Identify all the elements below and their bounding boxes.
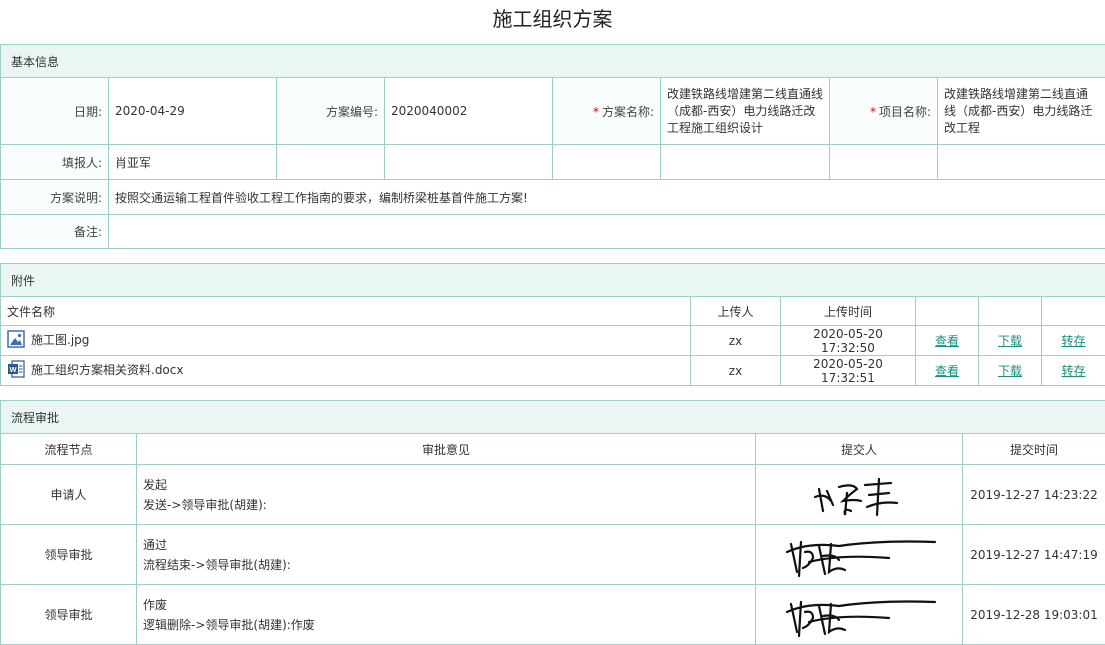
required-mark: *	[870, 105, 876, 119]
submitter-signature-cell	[756, 585, 963, 645]
project-name-value: 改建铁路线增建第二线直通线（成都-西安）电力线路迁改工程	[938, 78, 1105, 145]
col-empty	[916, 297, 979, 326]
empty-cell	[277, 145, 385, 180]
signature-image	[779, 592, 939, 638]
empty-cell	[661, 145, 830, 180]
desc-value: 按照交通运输工程首件验收工程工作指南的要求，编制桥梁桩基首件施工方案!	[109, 180, 1105, 215]
empty-cell	[938, 145, 1105, 180]
approval-flow-table: 流程审批 流程节点 审批意见 提交人 提交时间 申请人 发起 发送->领导审批(…	[0, 400, 1105, 645]
submitter-signature-cell	[756, 525, 963, 585]
signature-image	[809, 471, 909, 519]
attachments-header: 附件	[1, 264, 1105, 297]
col-file-name: 文件名称	[1, 297, 691, 326]
signature-image	[779, 532, 939, 578]
opinion-title: 通过	[143, 535, 749, 555]
file-uploader: zx	[691, 326, 781, 356]
opinion-detail: 流程结束->领导审批(胡建):	[143, 555, 749, 575]
col-empty	[979, 297, 1042, 326]
empty-cell	[830, 145, 938, 180]
basic-info-table: 基本信息 日期: 2020-04-29 方案编号: 2020040002 *方案…	[0, 44, 1105, 249]
section-title-flow: 流程审批	[1, 401, 1105, 434]
submitter-signature-cell	[756, 465, 963, 525]
empty-cell	[553, 145, 661, 180]
plan-no-value: 2020040002	[385, 78, 553, 145]
file-time: 2020-05-20 17:32:51	[781, 356, 916, 386]
flow-node: 申请人	[1, 465, 137, 525]
table-row: 申请人 发起 发送->领导审批(胡建): 2019-12-27 14:23:22	[1, 465, 1105, 525]
required-mark: *	[593, 105, 599, 119]
file-time: 2020-05-20 17:32:50	[781, 326, 916, 356]
image-icon	[7, 330, 25, 351]
svg-text:W: W	[9, 365, 17, 374]
col-opinion: 审批意见	[137, 434, 756, 465]
view-link[interactable]: 查看	[916, 326, 979, 356]
table-row: 领导审批 作废 逻辑删除->领导审批(胡建):作废 2019-12-28 19:…	[1, 585, 1105, 645]
table-row: 施工图.jpg zx 2020-05-20 17:32:50 查看 下载 转存	[1, 326, 1105, 356]
section-title-basic: 基本信息	[1, 45, 1105, 78]
flow-time: 2019-12-27 14:47:19	[963, 525, 1105, 585]
opinion-title: 发起	[143, 475, 749, 495]
col-upload-time: 上传时间	[781, 297, 916, 326]
plan-name-label-cell: *方案名称:	[553, 78, 661, 145]
file-name-cell: W 施工组织方案相关资料.docx	[1, 356, 691, 386]
file-name-cell: 施工图.jpg	[1, 326, 691, 356]
plan-no-label: 方案编号:	[277, 78, 385, 145]
empty-cell	[385, 145, 553, 180]
project-name-label-cell: *项目名称:	[830, 78, 938, 145]
section-title-attachments: 附件	[1, 264, 1105, 297]
view-link[interactable]: 查看	[916, 356, 979, 386]
save-link[interactable]: 转存	[1042, 326, 1105, 356]
date-value: 2020-04-29	[109, 78, 277, 145]
reporter-value: 肖亚军	[109, 145, 277, 180]
reporter-label: 填报人:	[1, 145, 109, 180]
date-label: 日期:	[1, 78, 109, 145]
download-link[interactable]: 下载	[979, 356, 1042, 386]
col-empty	[1042, 297, 1105, 326]
attachments-table: 附件 文件名称 上传人 上传时间 施工图.jpg zx 2020-05-20 1…	[0, 263, 1105, 386]
flow-opinion: 发起 发送->领导审批(胡建):	[137, 465, 756, 525]
word-doc-icon: W	[7, 360, 25, 381]
flow-header: 流程审批	[1, 401, 1105, 434]
desc-label: 方案说明:	[1, 180, 109, 215]
remark-value	[109, 215, 1105, 249]
save-link[interactable]: 转存	[1042, 356, 1105, 386]
basic-info-header: 基本信息	[1, 45, 1105, 78]
download-link[interactable]: 下载	[979, 326, 1042, 356]
opinion-title: 作废	[143, 595, 749, 615]
col-submitter: 提交人	[756, 434, 963, 465]
flow-node: 领导审批	[1, 585, 137, 645]
page-title: 施工组织方案	[0, 0, 1105, 44]
col-time: 提交时间	[963, 434, 1105, 465]
col-node: 流程节点	[1, 434, 137, 465]
flow-time: 2019-12-27 14:23:22	[963, 465, 1105, 525]
plan-name-value: 改建铁路线增建第二线直通线（成都-西安）电力线路迁改工程施工组织设计	[661, 78, 830, 145]
file-name[interactable]: 施工图.jpg	[31, 333, 89, 347]
file-uploader: zx	[691, 356, 781, 386]
flow-node: 领导审批	[1, 525, 137, 585]
flow-opinion: 作废 逻辑删除->领导审批(胡建):作废	[137, 585, 756, 645]
opinion-detail: 发送->领导审批(胡建):	[143, 495, 749, 515]
col-uploader: 上传人	[691, 297, 781, 326]
project-name-label: 项目名称:	[879, 105, 931, 119]
flow-opinion: 通过 流程结束->领导审批(胡建):	[137, 525, 756, 585]
flow-time: 2019-12-28 19:03:01	[963, 585, 1105, 645]
file-name[interactable]: 施工组织方案相关资料.docx	[31, 363, 183, 377]
table-row: 领导审批 通过 流程结束->领导审批(胡建): 2019-12-27 14:47…	[1, 525, 1105, 585]
remark-label: 备注:	[1, 215, 109, 249]
plan-name-label: 方案名称:	[602, 105, 654, 119]
table-row: W 施工组织方案相关资料.docx zx 2020-05-20 17:32:51…	[1, 356, 1105, 386]
